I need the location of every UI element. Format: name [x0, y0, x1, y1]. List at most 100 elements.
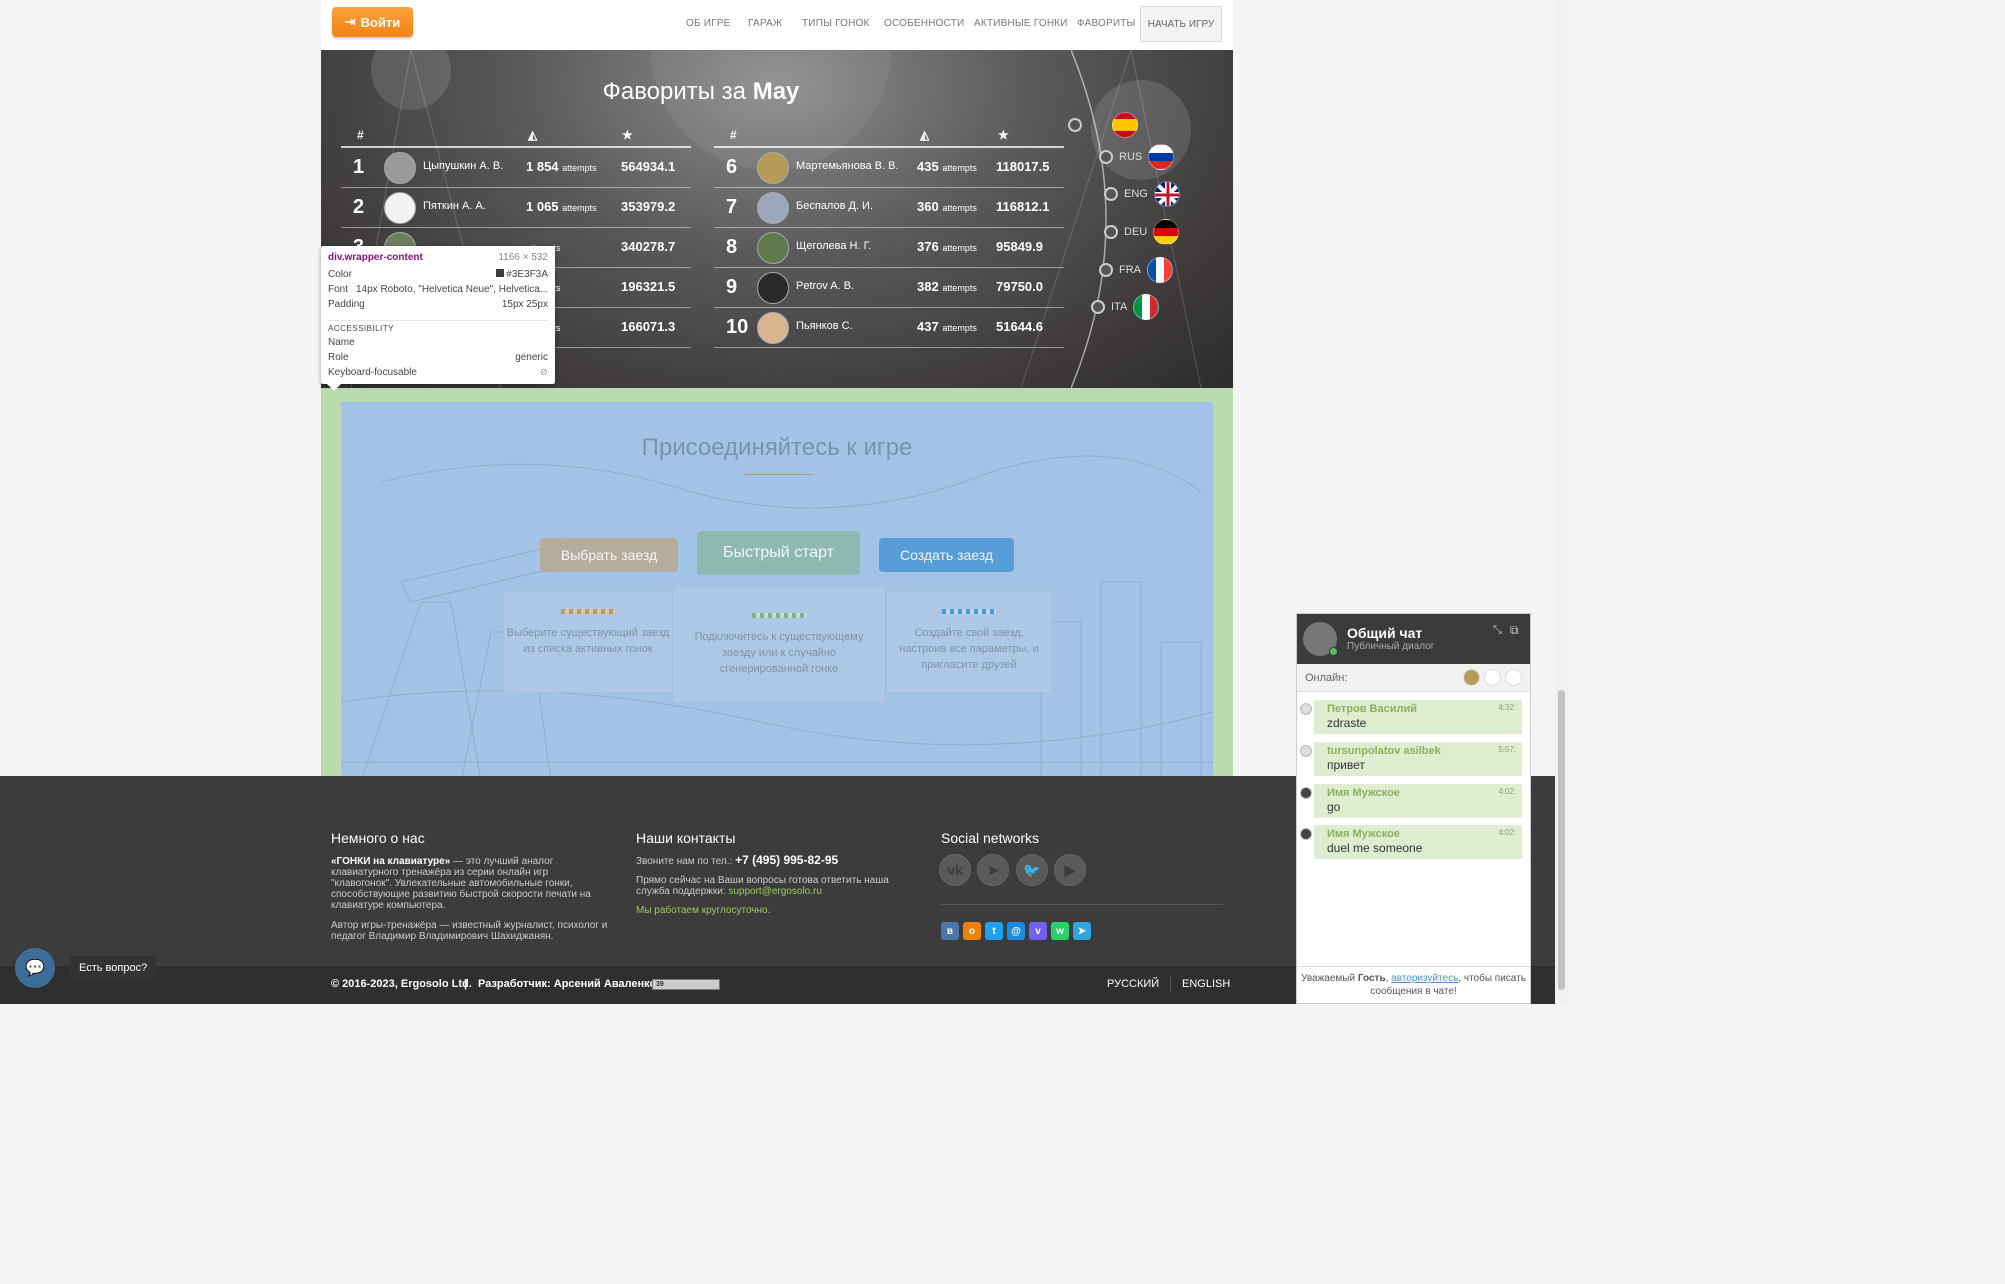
avatar — [757, 232, 789, 264]
quick-start-button[interactable]: Быстрый старт — [697, 531, 860, 575]
scrollbar-thumb[interactable] — [1558, 690, 1565, 990]
player-name: Petrov A. B. — [796, 280, 855, 292]
youtube-icon[interactable]: ▶ — [1054, 854, 1086, 886]
online-user-avatar[interactable] — [1484, 669, 1501, 686]
attempts: 435 attempts — [917, 159, 977, 174]
language-option-deu[interactable]: DEU — [1104, 219, 1180, 245]
online-user-avatar[interactable] — [1463, 669, 1480, 686]
language-option-fra[interactable]: FRA — [1099, 257, 1173, 283]
table-row[interactable]: 9 Petrov A. B. 382 attempts 79750.0 — [714, 268, 1064, 308]
player-name: Щеголева Н. Г. — [796, 240, 872, 252]
score: 353979.2 — [621, 199, 676, 214]
score: 166071.3 — [621, 319, 676, 334]
language-option-rus[interactable]: RUS — [1099, 144, 1175, 170]
table-row[interactable]: 2 Пяткин А. А. 1 065 attempts 353979.2 — [341, 188, 691, 228]
telegram-icon[interactable]: ➤ — [977, 854, 1009, 886]
message-author[interactable]: Петров Василий — [1327, 703, 1417, 715]
nav-item-active-races[interactable]: АКТИВНЫЕ ГОНКИ — [974, 18, 1068, 29]
star-header-icon: ★ — [622, 128, 633, 142]
player-name: Цыпушкин А. В. — [423, 160, 504, 172]
language-dot-icon — [1104, 225, 1118, 239]
nav-item-features[interactable]: ОСОБЕННОСТИ — [884, 18, 964, 29]
score: 95849.9 — [996, 239, 1043, 254]
table-row[interactable]: 10 Пьянков С. 437 attempts 51644.6 — [714, 308, 1064, 348]
message-author[interactable]: tursunpolatov asilbek — [1327, 745, 1441, 757]
share-viber-icon[interactable]: v — [1029, 922, 1047, 940]
table-row[interactable]: 6 Мартемьянова В. В. 435 attempts 118017… — [714, 148, 1064, 188]
popout-icon[interactable]: ⧉ — [1510, 623, 1519, 638]
avatar — [1300, 745, 1312, 757]
language-option-all[interactable] — [1068, 112, 1138, 138]
checkered-strip-icon — [752, 613, 806, 618]
join-section: Присоединяйтесь к игре Выбрать заезд Быс… — [321, 388, 1233, 806]
language-dot-icon — [1099, 150, 1113, 164]
twitter-icon[interactable]: 🐦 — [1016, 854, 1048, 886]
language-code: FRA — [1119, 264, 1141, 276]
share-twitter-icon[interactable]: t — [985, 922, 1003, 940]
minimize-icon[interactable]: ⤡ — [1493, 624, 1502, 637]
authorize-link[interactable]: авторизуйтесь — [1391, 973, 1458, 984]
developer-credit: Разработчик: Арсений Аваленко — [478, 978, 657, 990]
table-row[interactable]: 7 Беспалов Д. И. 360 attempts 116812.1 — [714, 188, 1064, 228]
score: 118017.5 — [996, 159, 1050, 174]
choose-race-card: Выберите существующий заезд из списка ак… — [503, 590, 673, 693]
score: 116812.1 — [996, 199, 1050, 214]
padding-label: Padding — [328, 299, 365, 310]
join-content: Присоединяйтесь к игре Выбрать заезд Быс… — [341, 402, 1213, 794]
message-author[interactable]: Имя Мужское — [1327, 828, 1400, 840]
help-label[interactable]: Есть вопрос? — [70, 956, 157, 980]
table-header: # ◭ ★ — [714, 126, 1064, 148]
car-header-icon: ◭ — [528, 128, 538, 142]
language-russian-link[interactable]: РУССКИЙ — [1107, 978, 1159, 990]
avatar — [384, 192, 416, 224]
create-race-button[interactable]: Создать заезд — [879, 538, 1014, 572]
about-heading: Немного о нас — [331, 830, 425, 846]
start-game-button[interactable]: НАЧАТЬ ИГРУ — [1140, 6, 1222, 42]
avatar — [1300, 828, 1312, 840]
choose-race-description: Выберите существующий заезд из списка ак… — [506, 627, 670, 655]
rank: 7 — [726, 196, 738, 218]
language-english-link[interactable]: ENGLISH — [1182, 978, 1230, 990]
italy-flag-icon — [1133, 294, 1160, 320]
table-row[interactable]: 1 Цыпушкин А. В. 1 854 attempts 564934.1 — [341, 148, 691, 188]
nav-item-favorites[interactable]: ФАВОРИТЫ — [1077, 18, 1136, 29]
chat-title: Общий чат — [1347, 625, 1423, 641]
role-value: generic — [515, 352, 548, 363]
online-bar: Онлайн: — [1297, 664, 1530, 692]
language-option-eng[interactable]: ENG — [1104, 181, 1180, 207]
nav-item-garage[interactable]: ГАРАЖ — [748, 18, 782, 29]
share-vk-icon[interactable]: в — [941, 922, 959, 940]
online-user-avatar[interactable] — [1505, 669, 1522, 686]
padding-value: 15px 25px — [501, 299, 548, 310]
player-name: Пяткин А. А. — [423, 200, 486, 212]
chat-message: tursunpolatov asilbek привет 5:57: — [1300, 742, 1522, 776]
vk-icon[interactable]: vk — [939, 854, 971, 886]
page-scrollbar[interactable] — [1555, 0, 1568, 1004]
language-option-ita[interactable]: ITA — [1091, 294, 1160, 320]
accessibility-heading: ACCESSIBILITY — [328, 324, 395, 333]
message-author[interactable]: Имя Мужское — [1327, 787, 1400, 799]
help-chat-icon[interactable]: 💬 — [15, 948, 55, 988]
share-telegram-icon[interactable]: ➤ — [1073, 922, 1091, 940]
chat-footer-notice: Уважаемый Гость, авторизуйтесь, чтобы пи… — [1297, 966, 1530, 1004]
login-button[interactable]: ⇥ Войти — [332, 7, 413, 37]
uk-flag-icon — [1153, 181, 1180, 207]
favorites-title-month: May — [752, 78, 800, 105]
share-ok-icon[interactable]: о — [963, 922, 981, 940]
share-mymail-icon[interactable]: @ — [1007, 922, 1025, 940]
contacts-heading: Наши контакты — [636, 830, 736, 846]
language-code: DEU — [1124, 226, 1148, 238]
message-text: zdraste — [1327, 716, 1367, 730]
visit-counter[interactable]: 39 — [652, 979, 720, 990]
table-row[interactable]: 8 Щеголева Н. Г. 376 attempts 95849.9 — [714, 228, 1064, 268]
support-email-link[interactable]: support@ergosolo.ru — [728, 886, 822, 897]
choose-race-button[interactable]: Выбрать заезд — [540, 538, 678, 572]
share-whatsapp-icon[interactable]: w — [1051, 922, 1069, 940]
element-size: 1166 × 532 — [498, 252, 548, 263]
separator: | — [464, 978, 468, 990]
support-text: Прямо сейчас на Ваши вопросы готова отве… — [636, 875, 889, 897]
rank: 9 — [726, 276, 738, 298]
attempts: 437 attempts — [917, 319, 977, 334]
nav-item-race-types[interactable]: ТИПЫ ГОНОК — [802, 18, 870, 29]
nav-item-about[interactable]: ОБ ИГРЕ — [686, 18, 730, 29]
